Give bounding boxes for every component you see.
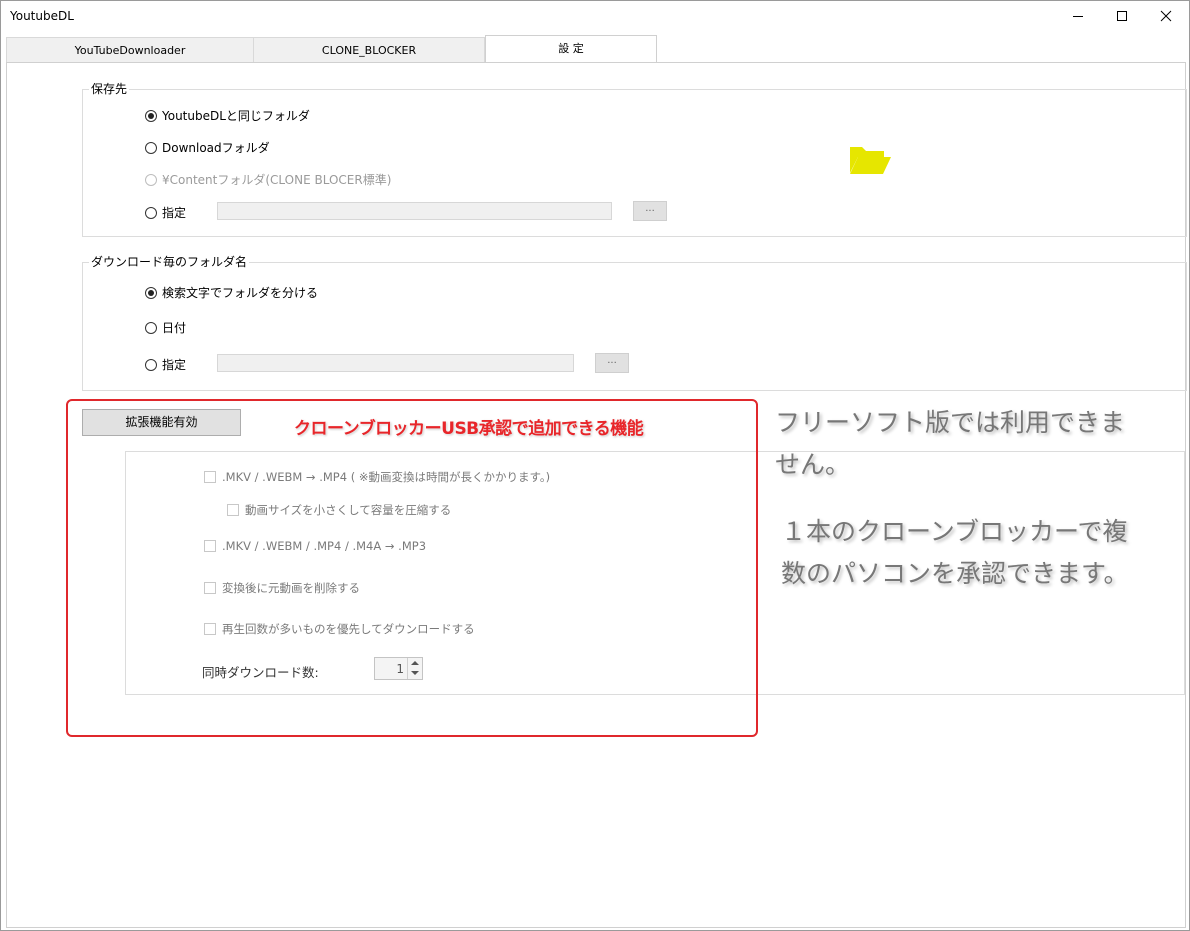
highlight-caption: クローンブロッカーUSB承認で追加できる機能 bbox=[294, 419, 644, 439]
radio-specify-save[interactable]: 指定 bbox=[145, 204, 186, 221]
folder-name-input[interactable] bbox=[217, 354, 574, 372]
save-location-legend: 保存先 bbox=[89, 82, 130, 96]
radio-label: 検索文字でフォルダを分ける bbox=[162, 286, 319, 300]
note-line: フリーソフト版では利用できま bbox=[775, 408, 1126, 437]
tab-settings[interactable]: 設 定 bbox=[485, 35, 657, 64]
radio-same-folder[interactable]: YoutubeDLと同じフォルダ bbox=[145, 107, 310, 124]
radio-label: ¥Contentフォルダ(CLONE BLOCER標準) bbox=[162, 173, 392, 187]
radio-content-folder: ¥Contentフォルダ(CLONE BLOCER標準) bbox=[145, 171, 391, 188]
save-browse-button[interactable]: ... bbox=[633, 201, 667, 221]
radio-label: Downloadフォルダ bbox=[162, 141, 270, 155]
radio-icon bbox=[145, 109, 157, 122]
save-path-input[interactable] bbox=[217, 202, 612, 220]
folder-name-legend: ダウンロード毎のフォルダ名 bbox=[89, 255, 250, 269]
folder-open-icon[interactable] bbox=[848, 143, 892, 177]
tab-clone-blocker[interactable]: CLONE_BLOCKER bbox=[253, 37, 485, 63]
radio-icon bbox=[145, 358, 157, 371]
title-bar: YoutubeDL bbox=[1, 1, 1189, 32]
radio-download-folder[interactable]: Downloadフォルダ bbox=[145, 139, 270, 156]
radio-icon bbox=[145, 286, 157, 299]
window-title: YoutubeDL bbox=[10, 9, 74, 23]
note-free-version: フリーソフト版では利用できま せん。 bbox=[775, 402, 1125, 486]
folder-name-browse-button[interactable]: ... bbox=[595, 353, 629, 373]
radio-search-text-folder[interactable]: 検索文字でフォルダを分ける bbox=[145, 284, 318, 301]
close-button[interactable] bbox=[1143, 1, 1189, 32]
radio-icon bbox=[145, 321, 157, 334]
minimize-button[interactable] bbox=[1055, 1, 1101, 32]
highlight-box bbox=[66, 399, 758, 737]
note-line: 数のパソコンを承認できます。 bbox=[781, 559, 1129, 588]
minimize-icon bbox=[1073, 16, 1083, 17]
tab-strip: YouTubeDownloader CLONE_BLOCKER 設 定 bbox=[6, 35, 1186, 64]
radio-icon bbox=[145, 206, 157, 219]
note-line: せん。 bbox=[775, 450, 851, 479]
maximize-icon bbox=[1117, 11, 1127, 21]
note-line: １本のクローンブロッカーで複 bbox=[781, 517, 1128, 546]
radio-icon bbox=[145, 173, 157, 186]
radio-label: 指定 bbox=[162, 358, 187, 372]
app-window: YoutubeDL YouTubeDownloader CLONE_BLOCKE… bbox=[0, 0, 1190, 931]
tab-youtube-downloader[interactable]: YouTubeDownloader bbox=[6, 37, 254, 63]
close-icon bbox=[1160, 10, 1172, 22]
radio-label: 日付 bbox=[162, 321, 187, 335]
radio-specify-folder-name[interactable]: 指定 bbox=[145, 356, 186, 373]
radio-label: 指定 bbox=[162, 206, 187, 220]
radio-icon bbox=[145, 141, 157, 154]
radio-date[interactable]: 日付 bbox=[145, 319, 186, 336]
radio-label: YoutubeDLと同じフォルダ bbox=[162, 109, 310, 123]
maximize-button[interactable] bbox=[1099, 1, 1145, 32]
note-multi-pc: １本のクローンブロッカーで複 数のパソコンを承認できます。 bbox=[781, 511, 1129, 595]
